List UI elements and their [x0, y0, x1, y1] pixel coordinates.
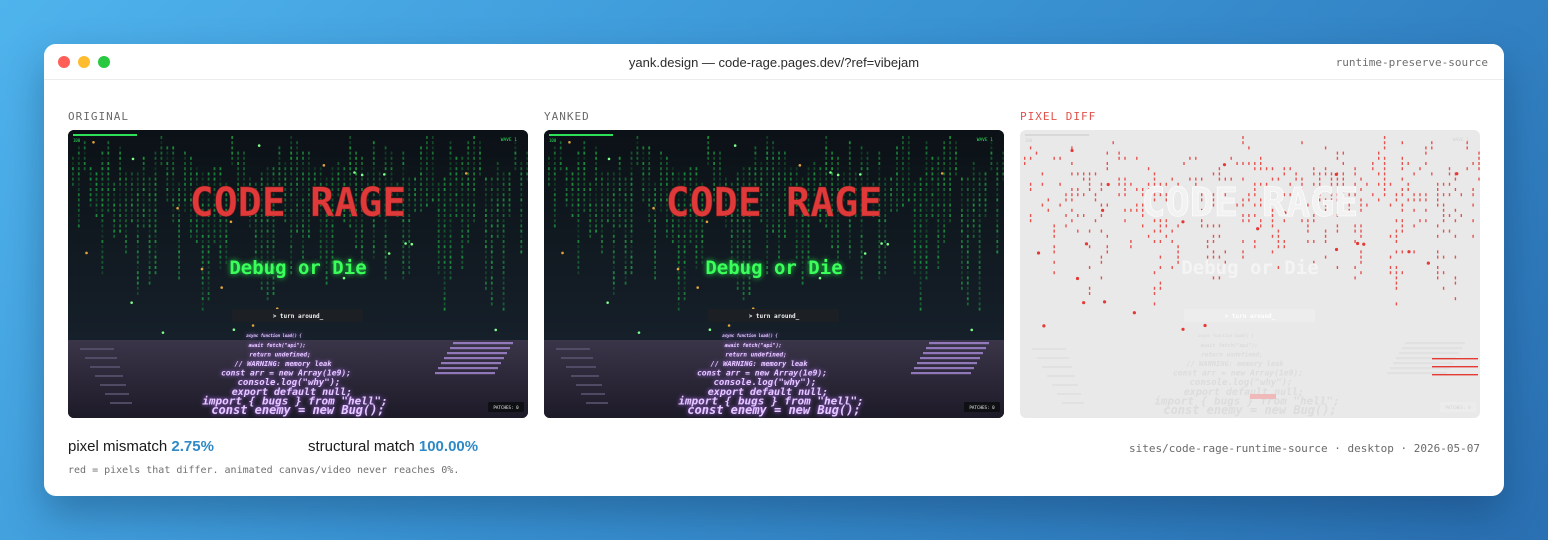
- panel-original: ORIGINAL 100 WAVE 1 CODE RAGE Debug or Die >…: [68, 110, 528, 418]
- health-label: 100: [549, 138, 557, 143]
- turn-around-prompt[interactable]: > turn around_: [273, 313, 324, 320]
- panel-label-pixel-diff: PIXEL DIFF: [1020, 110, 1097, 123]
- diff-note: red = pixels that differ. animated canva…: [68, 465, 460, 476]
- pixel-mismatch-value: 2.75%: [171, 438, 214, 455]
- patches-counter: PATCHES: 0: [969, 405, 995, 410]
- screenshot-original: 100 WAVE 1 CODE RAGE Debug or Die > turn aro…: [68, 130, 528, 418]
- structural-match-stat: structural match 100.00%: [308, 438, 478, 455]
- game-title: CODE RAGE: [666, 180, 883, 226]
- window-title: yank.design — code-rage.pages.dev/?ref=v…: [628, 55, 920, 70]
- health-label: 100: [73, 138, 81, 143]
- mode-label: runtime-preserve-source: [1335, 56, 1488, 69]
- wave-label: WAVE 1: [501, 137, 518, 143]
- screenshot-pixel-diff: 100 WAVE 1 CODE RAGE Debug or Die > turn aro…: [1020, 130, 1480, 418]
- structural-match-label: structural match: [308, 438, 415, 455]
- game-subtitle: Debug or Die: [229, 257, 366, 279]
- code-line: export default null;: [708, 387, 828, 398]
- screenshot-yanked: 100 WAVE 1 CODE RAGE Debug or Die > turn aro…: [544, 130, 1004, 418]
- code-line: console.log("why");: [1190, 378, 1293, 388]
- game-canvas: 100 WAVE 1 CODE RAGE Debug or Die > turn aro…: [544, 130, 1004, 418]
- structural-match-value: 100.00%: [418, 438, 479, 455]
- pixel-mismatch-stat: pixel mismatch 2.75%: [68, 438, 214, 455]
- turn-around-prompt[interactable]: > turn around_: [1225, 313, 1276, 320]
- code-line: console.log("why");: [714, 378, 817, 388]
- code-line: // WARNING: memory leak: [235, 360, 333, 368]
- code-line: async function load() {: [1198, 333, 1254, 338]
- wave-label: WAVE 1: [977, 137, 994, 143]
- code-line: await fetch("api");: [248, 343, 305, 349]
- title-bar: yank.design — code-rage.pages.dev/?ref=v…: [44, 44, 1504, 80]
- health-label: 100: [1025, 138, 1033, 143]
- capture-meta: sites/code-rage-runtime-source · desktop…: [1129, 442, 1480, 455]
- code-line: return undefined;: [725, 351, 786, 358]
- panel-pixel-diff: PIXEL DIFF 100 WAVE 1 CODE RAGE Debug or Di…: [1020, 110, 1480, 418]
- patches-counter: PATCHES: 0: [1445, 405, 1471, 410]
- game-canvas: 100 WAVE 1 CODE RAGE Debug or Die > turn aro…: [68, 130, 528, 418]
- panel-label-yanked: YANKED: [544, 110, 590, 123]
- code-line: export default null;: [232, 387, 352, 398]
- code-line: async function load() {: [246, 333, 302, 338]
- game-canvas: 100 WAVE 1 CODE RAGE Debug or Die > turn aro…: [1024, 134, 1480, 417]
- code-line: await fetch("api");: [724, 343, 781, 349]
- browser-window: yank.design — code-rage.pages.dev/?ref=v…: [44, 44, 1504, 496]
- game-title: CODE RAGE: [190, 180, 407, 226]
- code-line: async function load() {: [722, 333, 778, 338]
- turn-around-prompt[interactable]: > turn around_: [749, 313, 800, 320]
- patches-counter: PATCHES: 0: [493, 405, 519, 410]
- code-line: const arr = new Array(1e9);: [1173, 369, 1303, 378]
- code-floor: const enemy = new Bug();import { bugs } …: [1032, 333, 1478, 417]
- code-line: return undefined;: [249, 351, 310, 358]
- game-subtitle: Debug or Die: [705, 257, 842, 279]
- code-line: return undefined;: [1201, 351, 1262, 358]
- code-line: const arr = new Array(1e9);: [697, 369, 827, 378]
- code-line: // WARNING: memory leak: [711, 360, 809, 368]
- code-line: const arr = new Array(1e9);: [221, 369, 351, 378]
- game-subtitle: Debug or Die: [1181, 257, 1318, 279]
- code-line: console.log("why");: [238, 378, 341, 388]
- code-line: export default null;: [1184, 387, 1304, 398]
- game-title: CODE RAGE: [1142, 180, 1359, 226]
- wave-label: WAVE 1: [1453, 137, 1470, 143]
- panel-label-original: ORIGINAL: [68, 110, 129, 123]
- matrix-rain: [1024, 136, 1480, 331]
- pixel-mismatch-label: pixel mismatch: [68, 438, 168, 455]
- code-line: await fetch("api");: [1200, 343, 1257, 349]
- panel-yanked: YANKED 100 WAVE 1 CODE RAGE Debug or Die > t…: [544, 110, 1004, 418]
- code-line: // WARNING: memory leak: [1187, 360, 1285, 368]
